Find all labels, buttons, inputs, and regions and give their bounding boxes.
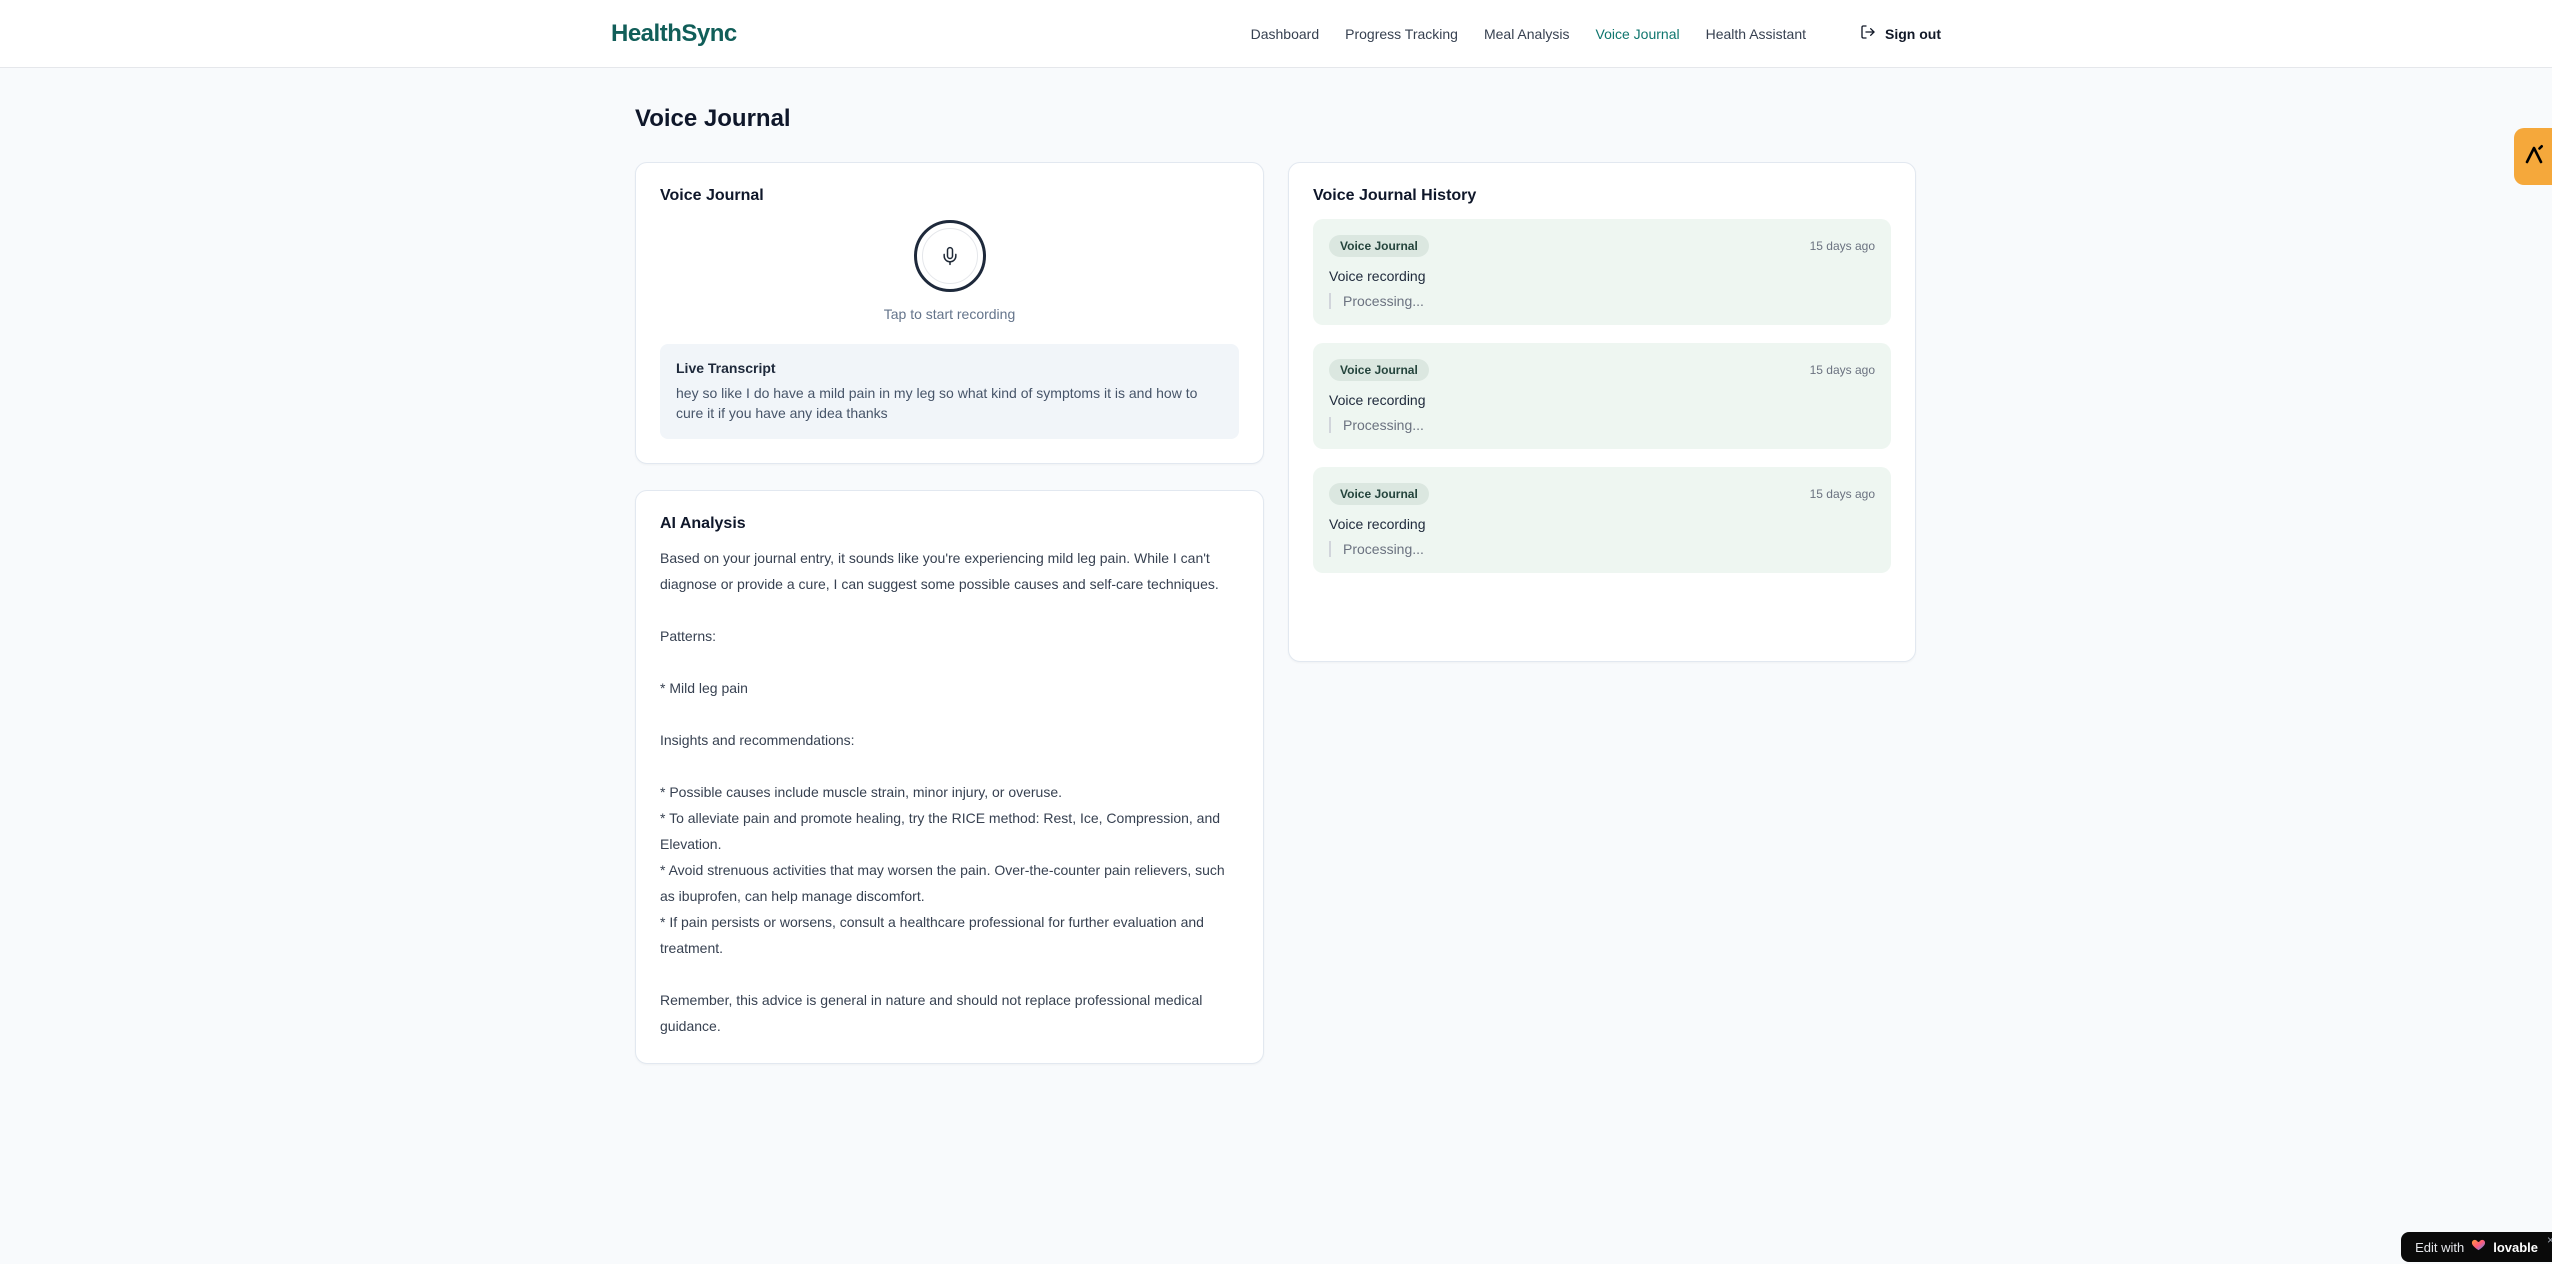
entry-title: Voice recording [1329, 516, 1426, 532]
entry-title: Voice recording [1329, 392, 1426, 408]
header: HealthSync Dashboard Progress Tracking M… [0, 0, 2552, 68]
tap-to-record-hint: Tap to start recording [883, 306, 1016, 322]
lovable-icon [2522, 143, 2546, 170]
entry-title: Voice recording [1329, 268, 1426, 284]
page-title: Voice Journal [635, 105, 791, 132]
ai-analysis-card: AI Analysis Based on your journal entry,… [635, 490, 1264, 1064]
analysis-card-title: AI Analysis [660, 515, 746, 532]
record-button[interactable] [913, 220, 986, 292]
sign-out-label: Sign out [1885, 25, 1941, 42]
entry-status: Processing... [1329, 417, 1875, 433]
transcript-title: Live Transcript [676, 360, 776, 376]
recorder-card-title: Voice Journal [660, 187, 764, 204]
microphone-icon [921, 228, 978, 284]
entry-type-badge: Voice Journal [1329, 483, 1429, 505]
edit-badge-prefix: Edit with [2415, 1239, 2465, 1255]
entry-type-badge: Voice Journal [1329, 359, 1429, 381]
history-entry: Voice Journal 15 days ago Voice recordin… [1313, 467, 1891, 573]
transcript-text: hey so like I do have a mild pain in my … [676, 385, 1198, 421]
history-card: Voice Journal History Voice Journal 15 d… [1288, 162, 1916, 662]
entry-type-badge: Voice Journal [1329, 235, 1429, 257]
close-icon[interactable]: × [2547, 1234, 2552, 1246]
entry-timestamp: 15 days ago [1809, 487, 1875, 501]
history-entry: Voice Journal 15 days ago Voice recordin… [1313, 219, 1891, 325]
logout-icon [1860, 24, 1876, 43]
entry-status: Processing... [1329, 293, 1875, 309]
analysis-text: Based on your journal entry, it sounds l… [660, 550, 1225, 1034]
nav-meal-analysis[interactable]: Meal Analysis [1484, 26, 1570, 42]
nav-dashboard[interactable]: Dashboard [1251, 26, 1320, 42]
entry-timestamp: 15 days ago [1809, 239, 1875, 253]
nav-voice-journal[interactable]: Voice Journal [1596, 26, 1680, 42]
sign-out-button[interactable]: Sign out [1860, 24, 1941, 43]
nav-progress-tracking[interactable]: Progress Tracking [1345, 26, 1458, 42]
main-nav: Dashboard Progress Tracking Meal Analysi… [1251, 24, 1941, 43]
nav-health-assistant[interactable]: Health Assistant [1706, 26, 1806, 42]
main-content: Voice Journal Voice Journal Tap to start… [635, 68, 1917, 1064]
voice-recorder-card: Voice Journal Tap to start recording Liv… [635, 162, 1264, 464]
edit-with-lovable-badge[interactable]: Edit with lovable × [2401, 1232, 2552, 1262]
edit-badge-brand: lovable [2493, 1239, 2538, 1255]
history-entry: Voice Journal 15 days ago Voice recordin… [1313, 343, 1891, 449]
history-card-title: Voice Journal History [1313, 187, 1477, 204]
app-logo[interactable]: HealthSync [611, 20, 737, 48]
entry-status: Processing... [1329, 541, 1875, 557]
lovable-side-badge[interactable] [2514, 128, 2552, 185]
entry-timestamp: 15 days ago [1809, 363, 1875, 377]
live-transcript-box: Live Transcript hey so like I do have a … [660, 344, 1239, 439]
heart-icon [2471, 1237, 2486, 1257]
